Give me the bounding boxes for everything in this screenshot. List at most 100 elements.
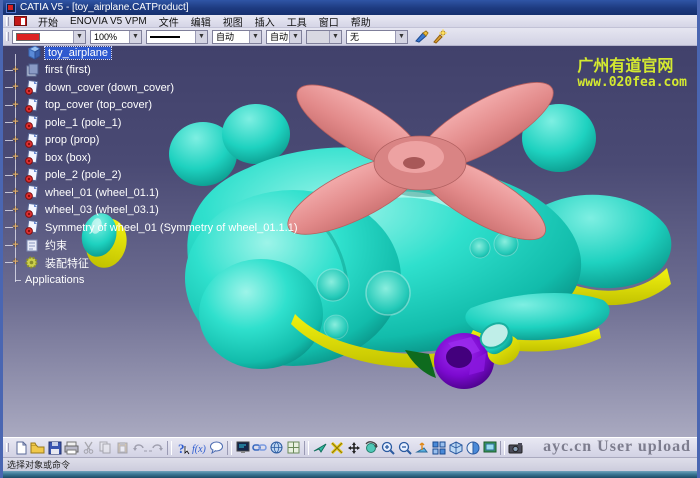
menu-start[interactable]: 开始 [32, 13, 64, 30]
part-icon [24, 150, 39, 165]
chevron-down-icon[interactable]: ▼ [129, 31, 141, 43]
tree-node-wheel-01[interactable]: wheel_01 (wheel_01.1) [42, 187, 162, 199]
tree-node-wheel-03[interactable]: wheel_03 (wheel_03.1) [42, 204, 162, 216]
expand-icon[interactable]: + [11, 241, 20, 250]
expand-icon[interactable]: + [11, 66, 20, 75]
toolbar-separator [304, 441, 309, 455]
body-dimple [366, 271, 410, 315]
open-folder-icon[interactable] [29, 440, 46, 456]
part-icon [24, 203, 39, 218]
tree-node-pole-2[interactable]: pole_2 (pole_2) [42, 169, 124, 181]
menu-help[interactable]: 帮助 [345, 13, 377, 30]
expand-icon[interactable]: + [11, 188, 20, 197]
line-weight-combo[interactable]: 自动 ▼ [212, 30, 262, 44]
toolbar-grip[interactable] [6, 32, 9, 41]
zoom-in-icon[interactable] [379, 440, 396, 456]
fit-all-icon[interactable] [328, 440, 345, 456]
copy-icon [97, 440, 114, 456]
tree-node-symmetry-wheel[interactable]: Symmetry of wheel_01 (Symmetry of wheel_… [42, 222, 301, 234]
menu-file[interactable]: 文件 [153, 13, 185, 30]
zoom-out-icon[interactable] [396, 440, 413, 456]
rotate-icon[interactable] [362, 440, 379, 456]
chevron-down-icon[interactable]: ▼ [395, 31, 407, 43]
globe-icon[interactable] [268, 440, 285, 456]
pan-icon[interactable] [345, 440, 362, 456]
part-icon [24, 220, 39, 235]
body-dimple [324, 315, 348, 339]
macro-screen-icon[interactable] [234, 440, 251, 456]
formula-fx-icon[interactable]: f(x) [191, 440, 208, 456]
menu-window[interactable]: 窗口 [313, 13, 345, 30]
site-watermark: 广州有道官网 www.020fea.com [577, 58, 687, 91]
part-icon [24, 168, 39, 183]
chevron-down-icon: ▼ [329, 31, 341, 43]
chat-bubble-icon[interactable] [208, 440, 225, 456]
expand-icon[interactable]: + [11, 83, 20, 92]
expand-icon[interactable]: + [11, 136, 20, 145]
toolbar-separator [227, 441, 232, 455]
svg-text:?: ? [178, 441, 185, 455]
3d-viewport[interactable]: toy_airplane + first (first) + down_cove… [3, 46, 697, 437]
opacity-combo[interactable]: 100% ▼ [90, 30, 142, 44]
part-icon [24, 115, 39, 130]
tree-node-first[interactable]: first (first) [42, 64, 94, 76]
assembly-feature-icon [24, 255, 39, 270]
menu-enovia[interactable]: ENOVIA V5 VPM [64, 15, 153, 28]
multi-view-icon[interactable] [430, 440, 447, 456]
new-document-icon[interactable] [12, 440, 29, 456]
line-type-combo[interactable]: ▼ [146, 30, 208, 44]
shading-camera-icon[interactable] [507, 440, 524, 456]
expand-icon[interactable]: + [11, 206, 20, 215]
tree-node-box[interactable]: box (box) [42, 152, 94, 164]
tree-node-assembly-features[interactable]: 装配特征 [42, 255, 92, 271]
tree-node-constraints[interactable]: 约束 [42, 237, 70, 253]
hide-show-icon[interactable] [464, 440, 481, 456]
visible-space-icon[interactable] [481, 440, 498, 456]
grid-icon[interactable] [285, 440, 302, 456]
save-icon[interactable] [46, 440, 63, 456]
menu-view[interactable]: 视图 [217, 13, 249, 30]
painter-icon[interactable] [413, 29, 429, 45]
expand-icon[interactable]: + [11, 171, 20, 180]
wizard-icon[interactable] [431, 29, 447, 45]
expand-icon[interactable]: + [11, 258, 20, 267]
line-type-glyph [150, 36, 180, 38]
tree-node-top-cover[interactable]: top_cover (top_cover) [42, 99, 155, 111]
toolbar-separator [167, 441, 172, 455]
menu-insert[interactable]: 插入 [249, 13, 281, 30]
menu-edit[interactable]: 编辑 [185, 13, 217, 30]
iso-view-icon[interactable] [447, 440, 464, 456]
catia-menu-icon[interactable] [14, 16, 27, 26]
fly-mode-icon[interactable] [311, 440, 328, 456]
window-border-bottom [3, 471, 697, 478]
chevron-down-icon[interactable]: ▼ [249, 31, 261, 43]
tree-node-prop[interactable]: prop (prop) [42, 134, 102, 146]
tree-node-down-cover[interactable]: down_cover (down_cover) [42, 82, 177, 94]
expand-icon[interactable]: + [11, 153, 20, 162]
toolbar-grip[interactable] [6, 17, 9, 26]
toolbar-grip[interactable] [6, 443, 9, 452]
color-swatch [16, 33, 40, 41]
menu-tools[interactable]: 工具 [281, 13, 313, 30]
whats-this-icon[interactable]: ? [174, 440, 191, 456]
chevron-down-icon[interactable]: ▼ [195, 31, 207, 43]
expand-icon[interactable]: + [11, 223, 20, 232]
window-title: CATIA V5 - [toy_airplane.CATProduct] [20, 2, 189, 13]
link-manager-icon[interactable] [251, 440, 268, 456]
chevron-down-icon[interactable]: ▼ [73, 31, 85, 43]
expand-icon[interactable]: + [11, 101, 20, 110]
catia-app-icon [6, 3, 16, 13]
print-icon[interactable] [63, 440, 80, 456]
expand-icon[interactable]: + [11, 118, 20, 127]
tree-node-pole-1[interactable]: pole_1 (pole_1) [42, 117, 124, 129]
site-watermark-name: 广州有道官网 [577, 58, 687, 76]
layer-combo[interactable]: 无 ▼ [346, 30, 408, 44]
tree-node-applications[interactable]: Applications [22, 274, 87, 286]
tree-node-toy-airplane[interactable]: toy_airplane [45, 47, 111, 59]
fill-color-combo[interactable]: ▼ [12, 30, 86, 44]
svg-text:f(x): f(x) [192, 444, 207, 454]
point-symbol-combo[interactable]: 自动 ▼ [266, 30, 302, 44]
chevron-down-icon[interactable]: ▼ [289, 31, 301, 43]
status-message: 选择对象或命令 [7, 458, 70, 471]
normal-view-icon[interactable] [413, 440, 430, 456]
